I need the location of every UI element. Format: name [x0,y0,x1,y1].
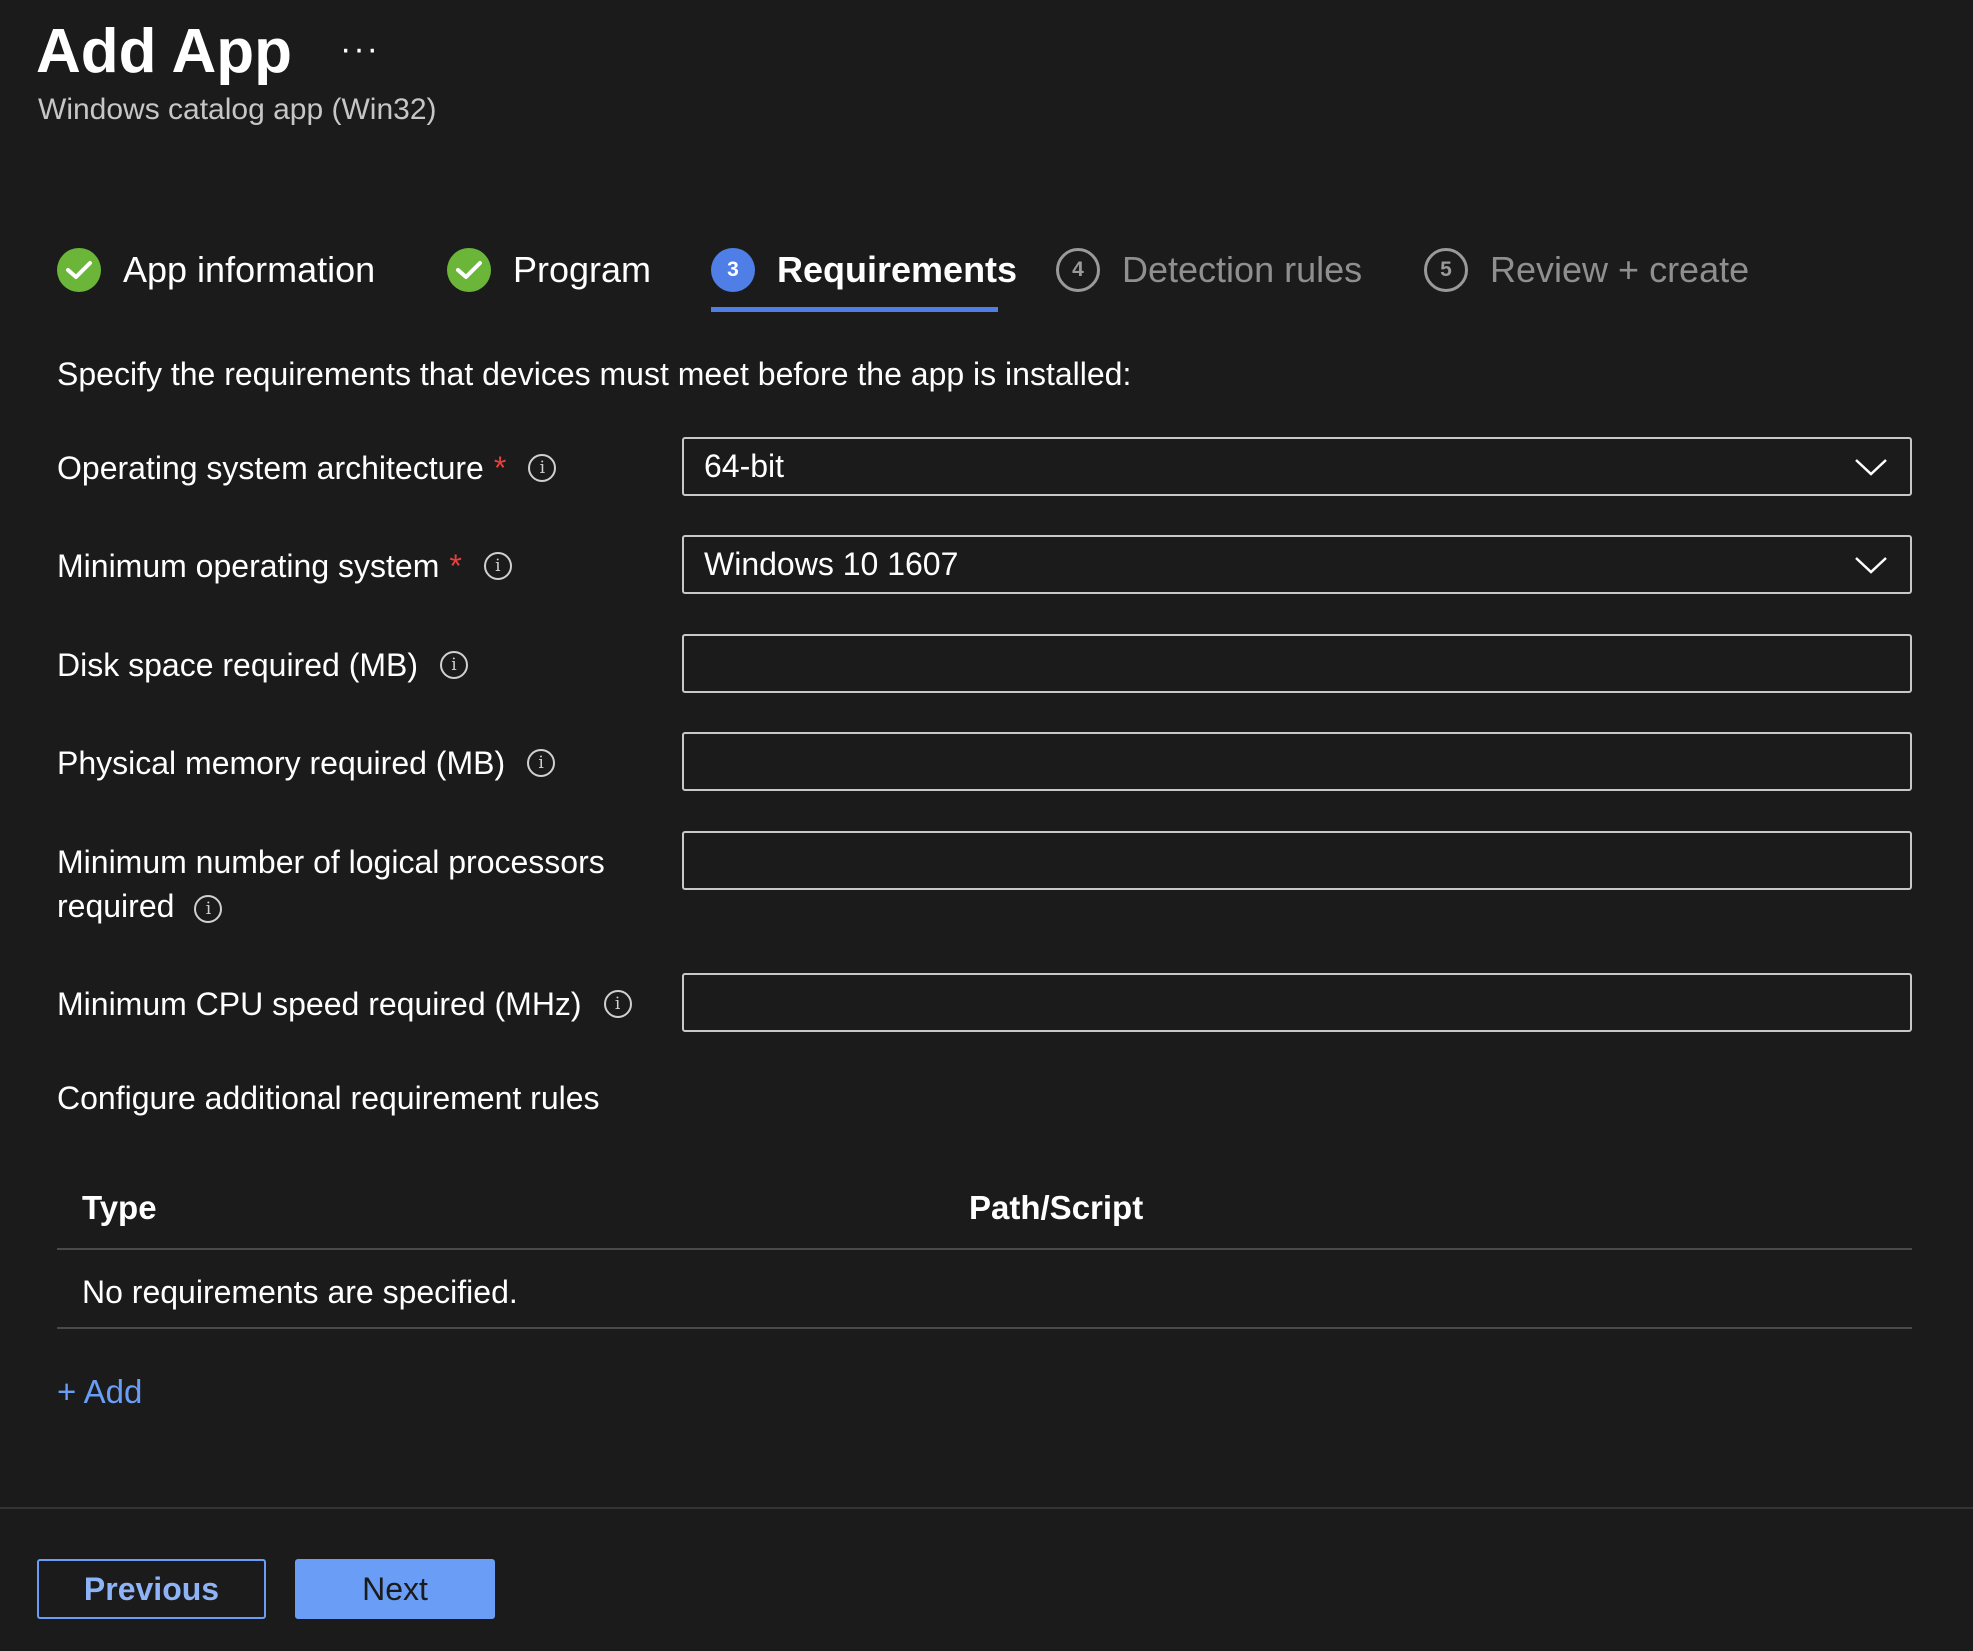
page-title: Add App [36,17,292,86]
physical-memory-input[interactable] [682,732,1912,791]
form-intro: Specify the requirements that devices mu… [57,356,1132,392]
tab-label: Review + create [1490,249,1750,290]
disk-space-input[interactable] [682,634,1912,693]
field-label-line-1: Minimum number of logical processors [57,844,605,880]
tab-label: Program [513,249,652,290]
required-marker: * [449,548,462,584]
column-header-type: Type [82,1189,157,1226]
logical-processors-input[interactable] [682,831,1912,890]
tab-label: Detection rules [1122,249,1363,290]
field-label-text: Minimum CPU speed required (MHz) [57,986,582,1022]
more-options-icon[interactable]: ··· [340,24,380,74]
chevron-down-icon [1855,458,1887,476]
os-architecture-label: Operating system architecture * i [57,446,557,490]
field-label-text: Minimum operating system [57,548,440,584]
minimum-os-label: Minimum operating system * i [57,544,512,588]
tab-program[interactable]: Program [447,245,651,295]
table-divider [57,1248,1912,1250]
select-value: 64-bit [704,448,785,484]
add-requirement-link[interactable]: + Add [57,1370,142,1414]
tab-label: App information [123,249,376,290]
cpu-speed-label: Minimum CPU speed required (MHz) i [57,982,632,1026]
table-empty-message: No requirements are specified. [82,1274,518,1310]
select-value: Windows 10 1607 [704,546,959,582]
table-divider [57,1327,1912,1329]
checkmark-icon [57,248,101,292]
tab-detection-rules[interactable]: 4 Detection rules [1056,245,1362,295]
field-label-line-2: required i [57,884,657,928]
step-number-3-icon: 3 [711,248,755,292]
next-button[interactable]: Next [295,1559,495,1619]
info-icon[interactable]: i [527,749,556,777]
info-icon[interactable]: i [483,552,512,580]
checkmark-icon [447,248,491,292]
active-tab-indicator [711,307,998,312]
tab-label: Requirements [777,249,1018,290]
tab-requirements[interactable]: 3 Requirements [711,245,1017,295]
field-label-text: required [57,888,175,924]
os-architecture-select[interactable]: 64-bit [682,437,1912,496]
footer-divider [0,1507,1973,1509]
field-label-text: Physical memory required (MB) [57,745,506,781]
required-marker: * [493,450,507,486]
column-header-path-script: Path/Script [969,1189,1144,1226]
field-label-text: Operating system architecture [57,450,484,486]
info-icon[interactable]: i [440,651,468,679]
cpu-speed-input[interactable] [682,973,1912,1032]
disk-space-label: Disk space required (MB) i [57,643,468,687]
minimum-os-select[interactable]: Windows 10 1607 [682,535,1912,594]
logical-processors-label: Minimum number of logical processors req… [57,840,657,928]
physical-memory-label: Physical memory required (MB) i [57,741,556,785]
field-label-text: Disk space required (MB) [57,647,418,683]
tab-app-information[interactable]: App information [57,245,375,295]
step-number-4-icon: 4 [1056,248,1100,292]
additional-rules-heading: Configure additional requirement rules [57,1080,600,1116]
previous-button[interactable]: Previous [37,1559,266,1619]
info-icon[interactable]: i [194,894,223,923]
chevron-down-icon [1855,556,1887,574]
info-icon[interactable]: i [603,990,632,1018]
tab-review-create[interactable]: 5 Review + create [1424,245,1749,295]
step-number-5-icon: 5 [1424,248,1468,292]
info-icon[interactable]: i [528,454,557,482]
page-subtitle: Windows catalog app (Win32) [38,93,437,126]
